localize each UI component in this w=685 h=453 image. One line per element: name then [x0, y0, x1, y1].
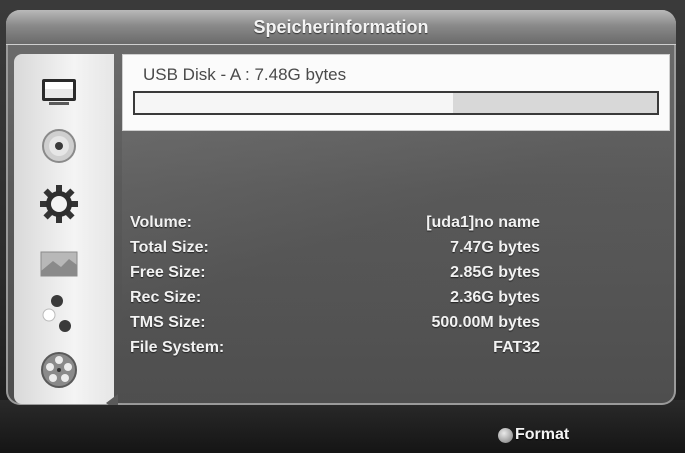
info-label: Total Size:: [130, 238, 209, 256]
info-label: Free Size:: [130, 263, 206, 281]
media-reel-icon[interactable]: [36, 350, 82, 390]
info-value: 2.85G bytes: [450, 263, 540, 281]
info-value: 500.00M bytes: [431, 313, 540, 331]
storage-info-window: Speicherinformation USB Disk - A: 7.48G…: [6, 10, 676, 405]
info-label: TMS Size:: [130, 313, 206, 331]
format-label: Format: [515, 426, 570, 443]
page-title: Speicherinformation: [253, 16, 429, 37]
title-bar: Speicherinformation: [6, 10, 676, 45]
content-panel: USB Disk - A : 7.48G bytes Volume: [uda1…: [122, 54, 672, 404]
sidebar: [14, 54, 118, 405]
info-label: File System:: [130, 338, 225, 356]
info-label: Rec Size:: [130, 288, 202, 306]
disk-box: USB Disk - A : 7.48G bytes: [122, 54, 670, 131]
info-row-total-size: Total Size: 7.47G bytes: [130, 235, 540, 260]
info-value: FAT32: [493, 338, 540, 356]
info-row-rec-size: Rec Size: 2.36G bytes: [130, 285, 540, 310]
info-row-free-size: Free Size: 2.85G bytes: [130, 260, 540, 285]
info-row-file-system: File System: FAT32: [130, 335, 540, 360]
info-value: 2.36G bytes: [450, 288, 540, 306]
info-row-volume: Volume: [uda1]no name: [130, 210, 540, 235]
monitor-icon[interactable]: [36, 72, 82, 112]
bottom-band: [0, 400, 685, 453]
format-button[interactable]: Format: [498, 426, 569, 444]
selection-arrow: [106, 394, 118, 405]
screen: Speicherinformation USB Disk - A: 7.48G…: [0, 0, 685, 453]
disk-usage-bar: [133, 91, 659, 115]
disk-usage-fill: [135, 93, 454, 113]
network-icon[interactable]: [36, 294, 82, 334]
picture-icon[interactable]: [36, 244, 82, 284]
gear-icon[interactable]: [36, 184, 82, 224]
info-label: Volume:: [130, 213, 192, 231]
disk-label: USB Disk - A : 7.48G bytes: [143, 65, 347, 84]
disc-icon[interactable]: [36, 126, 82, 166]
info-table: Volume: [uda1]no name Total Size: 7.47G …: [130, 210, 540, 360]
info-row-tms-size: TMS Size: 500.00M bytes: [130, 310, 540, 335]
grey-key-icon: [498, 427, 513, 443]
info-value: 7.47G bytes: [450, 238, 540, 256]
info-value: [uda1]no name: [426, 213, 540, 231]
